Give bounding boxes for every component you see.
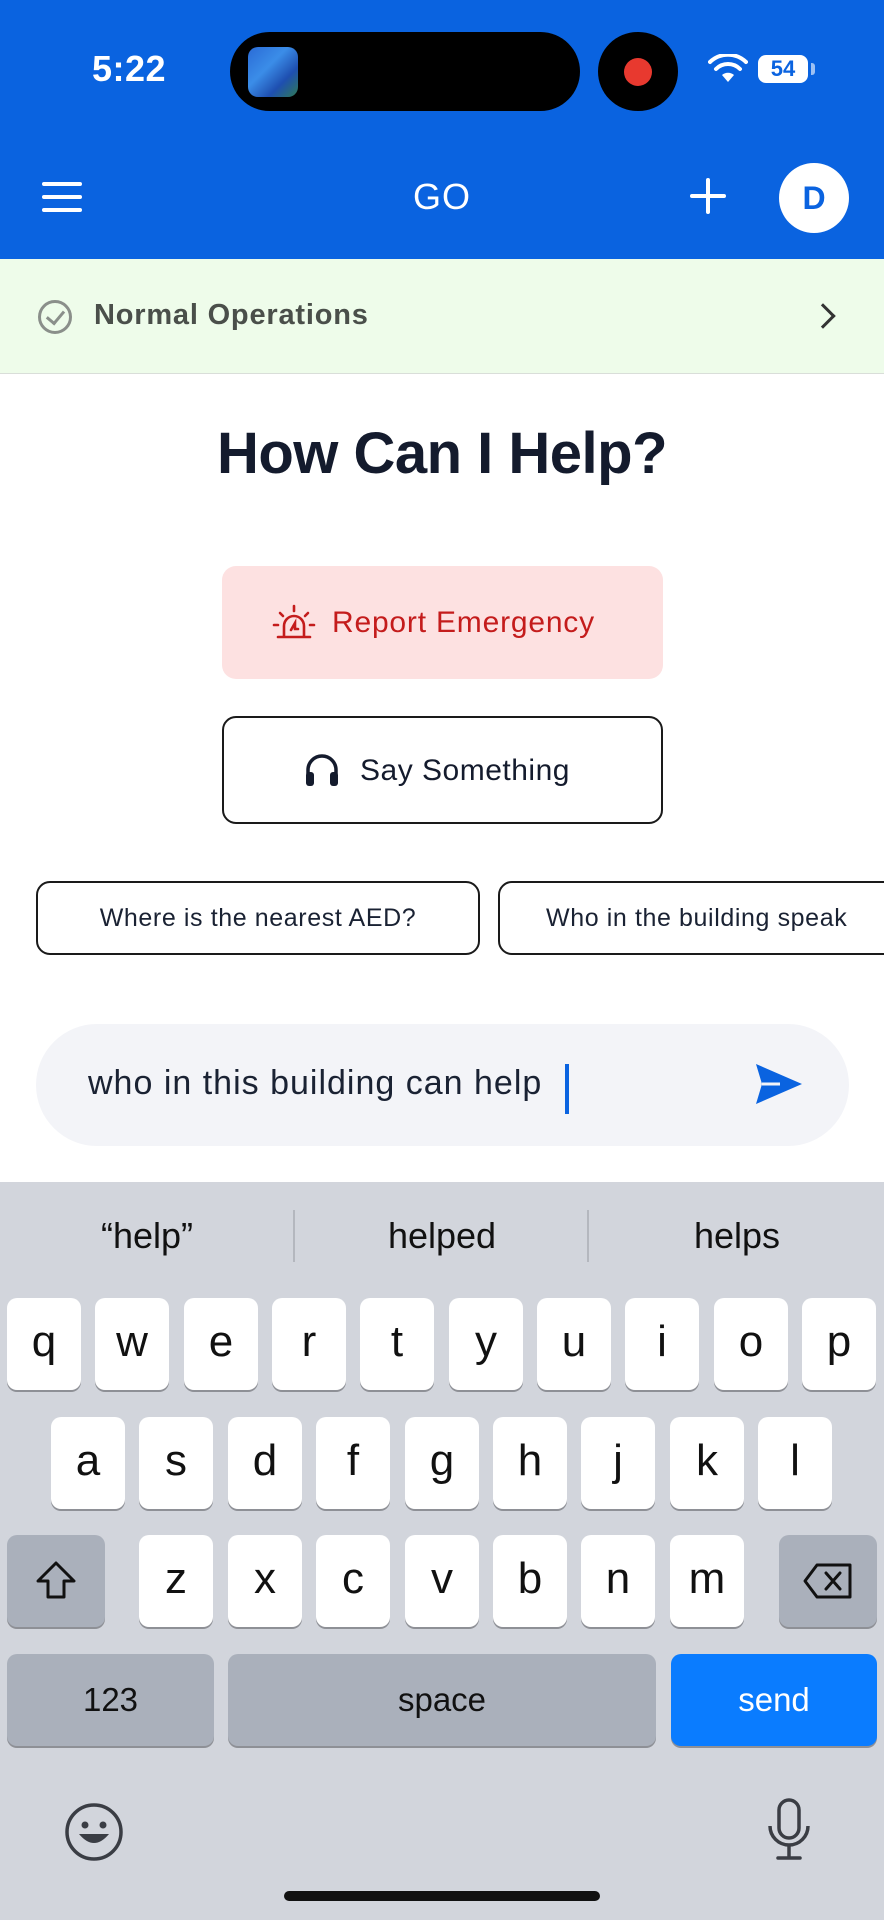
record-icon bbox=[624, 58, 652, 86]
page-title: How Can I Help? bbox=[216, 421, 668, 486]
battery-nub bbox=[811, 63, 815, 75]
key-i[interactable]: i bbox=[625, 1298, 699, 1390]
suggestion-helped[interactable]: helped bbox=[295, 1210, 589, 1262]
battery-icon: 54 bbox=[758, 55, 808, 83]
key-s[interactable]: s bbox=[139, 1417, 213, 1509]
composer: who in this building can help bbox=[0, 990, 884, 1182]
key-y[interactable]: y bbox=[449, 1298, 523, 1390]
emoji-icon[interactable] bbox=[64, 1802, 124, 1862]
key-p[interactable]: p bbox=[802, 1298, 876, 1390]
report-emergency-label: Report Emergency bbox=[332, 606, 595, 639]
home-indicator[interactable] bbox=[284, 1891, 600, 1901]
key-m[interactable]: m bbox=[670, 1535, 744, 1627]
key-z[interactable]: z bbox=[139, 1535, 213, 1627]
status-time: 5:22 bbox=[92, 48, 167, 89]
suggestion-divider bbox=[587, 1210, 589, 1262]
delete-key[interactable] bbox=[779, 1535, 877, 1627]
chevron-right-icon bbox=[810, 303, 836, 329]
key-v[interactable]: v bbox=[405, 1535, 479, 1627]
operations-status-banner[interactable]: Normal Operations bbox=[0, 259, 884, 374]
app-header: 5:22 54 GO D bbox=[0, 0, 884, 259]
key-q[interactable]: q bbox=[7, 1298, 81, 1390]
key-l[interactable]: l bbox=[758, 1417, 832, 1509]
space-key[interactable]: space bbox=[228, 1654, 656, 1746]
numbers-key[interactable]: 123 bbox=[7, 1654, 214, 1746]
key-u[interactable]: u bbox=[537, 1298, 611, 1390]
backspace-icon bbox=[803, 1563, 852, 1599]
key-x[interactable]: x bbox=[228, 1535, 302, 1627]
dynamic-island bbox=[230, 32, 580, 111]
text-cursor bbox=[565, 1064, 569, 1114]
key-c[interactable]: c bbox=[316, 1535, 390, 1627]
key-r[interactable]: r bbox=[272, 1298, 346, 1390]
plus-icon[interactable] bbox=[690, 178, 726, 214]
check-circle-icon bbox=[38, 300, 72, 334]
key-k[interactable]: k bbox=[670, 1417, 744, 1509]
key-t[interactable]: t bbox=[360, 1298, 434, 1390]
chip-nearest-aed[interactable]: Where is the nearest AED? bbox=[36, 881, 480, 955]
key-f[interactable]: f bbox=[316, 1417, 390, 1509]
headset-icon bbox=[306, 754, 338, 786]
shift-icon bbox=[36, 1561, 76, 1599]
send-icon[interactable] bbox=[754, 1062, 804, 1106]
wifi-icon bbox=[708, 54, 748, 82]
key-d[interactable]: d bbox=[228, 1417, 302, 1509]
siren-icon bbox=[272, 604, 316, 639]
key-o[interactable]: o bbox=[714, 1298, 788, 1390]
shift-key[interactable] bbox=[7, 1535, 105, 1627]
chip-who-speaks[interactable]: Who in the building speak bbox=[498, 881, 884, 955]
suggestion-help[interactable]: “help” bbox=[0, 1210, 294, 1262]
key-n[interactable]: n bbox=[581, 1535, 655, 1627]
key-h[interactable]: h bbox=[493, 1417, 567, 1509]
key-a[interactable]: a bbox=[51, 1417, 125, 1509]
key-b[interactable]: b bbox=[493, 1535, 567, 1627]
key-w[interactable]: w bbox=[95, 1298, 169, 1390]
screen-recording-indicator[interactable] bbox=[598, 32, 678, 111]
say-something-button[interactable]: Say Something bbox=[222, 716, 663, 824]
key-e[interactable]: e bbox=[184, 1298, 258, 1390]
operations-status-text: Normal Operations bbox=[94, 299, 369, 331]
key-g[interactable]: g bbox=[405, 1417, 479, 1509]
avatar[interactable]: D bbox=[779, 163, 849, 233]
keyboard: “help” helped helps q w e r t y u i o p … bbox=[0, 1182, 884, 1920]
message-input-text: who in this building can help bbox=[88, 1064, 543, 1102]
app-title: GO bbox=[412, 176, 471, 217]
microphone-icon[interactable] bbox=[764, 1798, 814, 1862]
key-j[interactable]: j bbox=[581, 1417, 655, 1509]
say-something-label: Say Something bbox=[360, 754, 570, 787]
message-input[interactable]: who in this building can help bbox=[36, 1024, 849, 1146]
suggestion-chips: Where is the nearest AED? Who in the bui… bbox=[0, 881, 884, 956]
suggestion-helps[interactable]: helps bbox=[590, 1210, 884, 1262]
now-playing-thumbnail[interactable] bbox=[248, 47, 298, 97]
send-key[interactable]: send bbox=[671, 1654, 877, 1746]
